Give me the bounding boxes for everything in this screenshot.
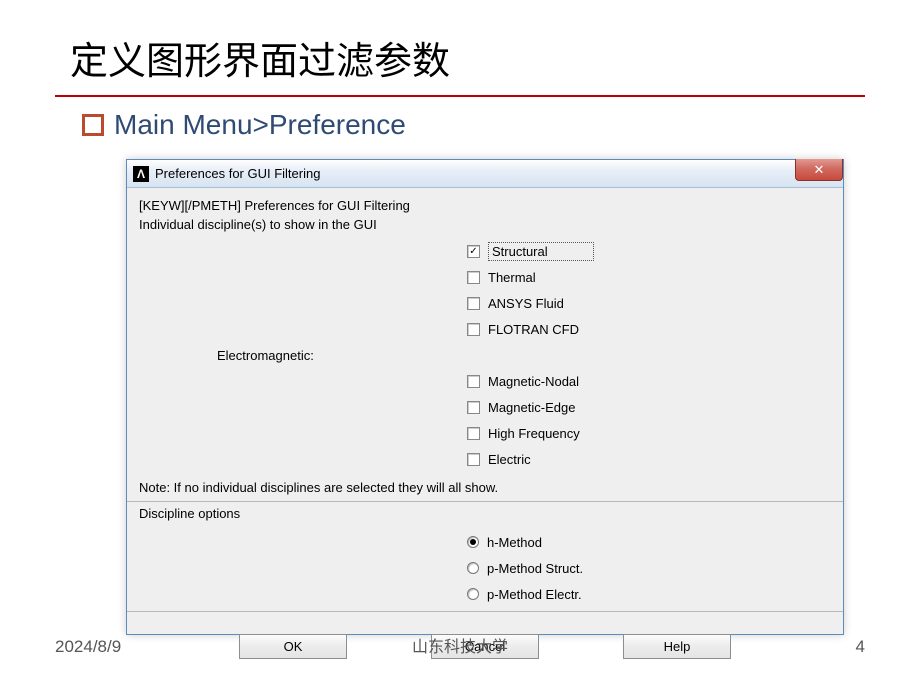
bullet-icon: [82, 114, 104, 136]
method-row-p-electr: p-Method Electr.: [137, 581, 833, 607]
label-electric: Electric: [488, 452, 531, 467]
checkbox-high-frequency[interactable]: [467, 427, 480, 440]
breadcrumb-row: Main Menu>Preference: [0, 109, 920, 141]
method-row-h: h-Method: [137, 529, 833, 555]
em-row-high-frequency: High Frequency: [137, 420, 833, 446]
em-row-magnetic-edge: Magnetic-Edge: [137, 394, 833, 420]
checkbox-magnetic-edge[interactable]: [467, 401, 480, 414]
label-ansys-fluid: ANSYS Fluid: [488, 296, 564, 311]
checkbox-structural[interactable]: ✓: [467, 245, 480, 258]
method-row-p-struct: p-Method Struct.: [137, 555, 833, 581]
footer-date: 2024/8/9: [55, 637, 121, 657]
discipline-row-thermal: Thermal: [137, 264, 833, 290]
checkbox-flotran[interactable]: [467, 323, 480, 336]
title-separator: [55, 95, 865, 97]
breadcrumb: Main Menu>Preference: [114, 109, 406, 141]
label-thermal: Thermal: [488, 270, 536, 285]
radio-p-electr[interactable]: [467, 588, 479, 600]
help-button[interactable]: Help: [623, 634, 731, 659]
label-p-struct: p-Method Struct.: [487, 561, 583, 576]
checkbox-electric[interactable]: [467, 453, 480, 466]
em-label-row: Electromagnetic:: [137, 342, 833, 368]
dialog-title: Preferences for GUI Filtering: [155, 166, 320, 181]
discipline-row-ansys-fluid: ANSYS Fluid: [137, 290, 833, 316]
em-row-electric: Electric: [137, 446, 833, 472]
checkbox-ansys-fluid[interactable]: [467, 297, 480, 310]
checkbox-magnetic-nodal[interactable]: [467, 375, 480, 388]
em-label: Electromagnetic:: [137, 348, 467, 363]
radio-h-method[interactable]: [467, 536, 479, 548]
checkbox-thermal[interactable]: [467, 271, 480, 284]
discipline-row-structural: ✓ Structural: [137, 238, 833, 264]
radio-p-struct[interactable]: [467, 562, 479, 574]
label-high-frequency: High Frequency: [488, 426, 580, 441]
label-magnetic-edge: Magnetic-Edge: [488, 400, 575, 415]
footer-center: 山东科技大学: [412, 633, 508, 657]
footer-page-number: 4: [856, 637, 865, 657]
close-button[interactable]: ✕: [795, 159, 843, 181]
disciplines-group: ✓ Structural Thermal ANSYS Fluid FLOTRAN…: [137, 238, 833, 472]
em-row-magnetic-nodal: Magnetic-Nodal: [137, 368, 833, 394]
preferences-dialog: Λ Preferences for GUI Filtering ✕ [KEYW]…: [126, 159, 844, 635]
note-text: Note: If no individual disciplines are s…: [139, 480, 833, 495]
ok-button[interactable]: OK: [239, 634, 347, 659]
label-flotran: FLOTRAN CFD: [488, 322, 579, 337]
heading-keyw: [KEYW][/PMETH] Preferences for GUI Filte…: [139, 198, 833, 213]
divider-2: [127, 611, 843, 612]
label-h-method: h-Method: [487, 535, 542, 550]
close-icon: ✕: [814, 162, 825, 178]
app-icon: Λ: [133, 166, 149, 182]
divider-1: [127, 501, 843, 502]
heading-individual: Individual discipline(s) to show in the …: [139, 217, 833, 232]
titlebar: Λ Preferences for GUI Filtering ✕: [127, 160, 843, 188]
discipline-row-flotran: FLOTRAN CFD: [137, 316, 833, 342]
slide-title: 定义图形界面过滤参数: [0, 0, 920, 95]
dialog-body: [KEYW][/PMETH] Preferences for GUI Filte…: [127, 188, 843, 659]
label-magnetic-nodal: Magnetic-Nodal: [488, 374, 579, 389]
label-p-electr: p-Method Electr.: [487, 587, 582, 602]
discipline-options-label: Discipline options: [139, 506, 833, 521]
label-structural: Structural: [488, 242, 594, 261]
